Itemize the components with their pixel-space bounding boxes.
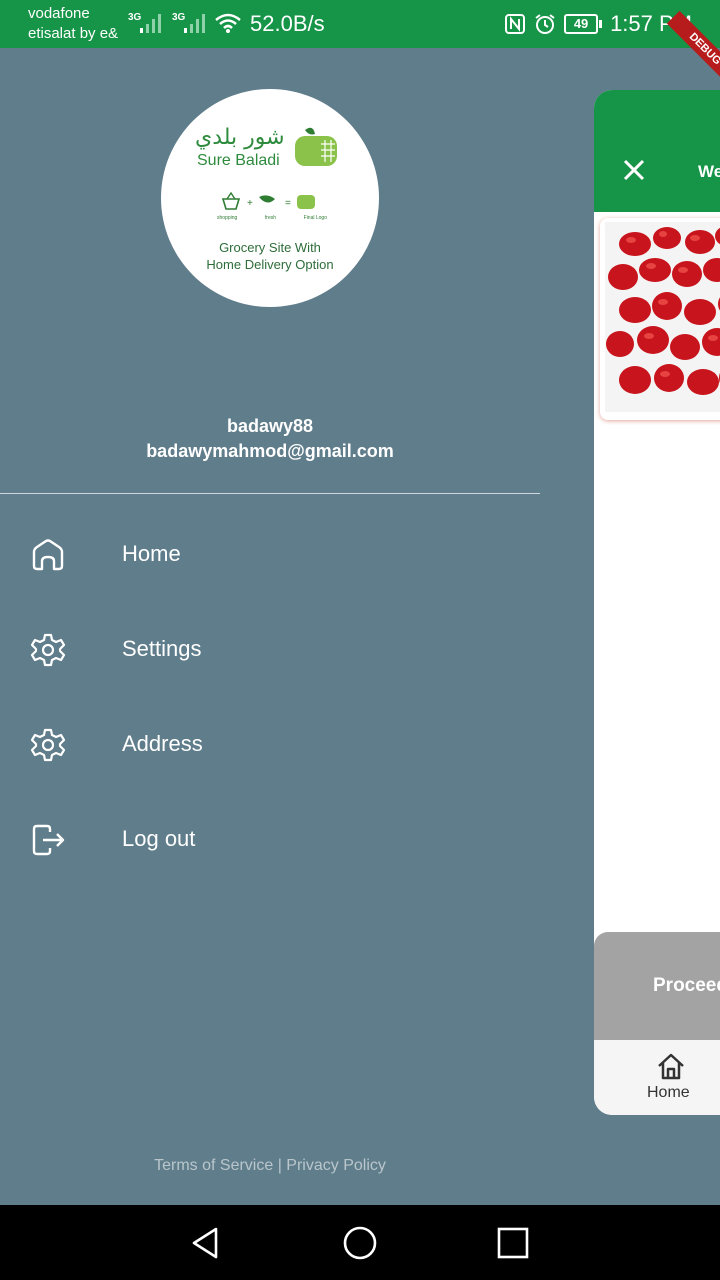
svg-text:+: + (247, 198, 253, 209)
battery-icon: 49 (564, 14, 603, 34)
tagline-line-1: Grocery Site With (219, 240, 321, 255)
gear-icon (30, 633, 66, 667)
navigation-drawer: شور بلدي Sure Baladi + = shopping fresh … (0, 48, 594, 1205)
logo-english-name: Sure Baladi (197, 152, 280, 169)
carrier-1: vodafone (28, 5, 90, 22)
menu-label: Home (122, 541, 181, 566)
home-icon[interactable] (656, 1052, 686, 1080)
proceed-button[interactable]: Proceed (594, 932, 720, 1042)
logo-flow-label: Final Logo (303, 215, 327, 221)
network-speed: 52.0B/s (250, 11, 325, 36)
menu-label: Log out (122, 826, 196, 851)
background-app-bar: We (594, 90, 720, 212)
status-right: 49 1:57 PM (504, 11, 692, 37)
bottom-nav: Home (594, 1040, 720, 1115)
close-icon[interactable] (622, 158, 646, 182)
tomatoes-image (605, 222, 720, 412)
footer-links[interactable]: Terms of Service | Privacy Policy (0, 1157, 540, 1175)
menu-label: Settings (122, 636, 202, 661)
menu-item-settings[interactable]: Settings (0, 610, 540, 690)
logo-flow-label: fresh (264, 215, 277, 221)
back-icon[interactable] (188, 1225, 224, 1261)
logo-flow-label: shopping (217, 215, 238, 221)
logo-arabic-name: شور بلدي (195, 125, 285, 150)
wifi-icon (215, 13, 241, 33)
recents-icon[interactable] (495, 1225, 531, 1261)
product-card[interactable] (600, 218, 720, 420)
gear-icon (30, 728, 66, 762)
logout-icon (32, 824, 65, 856)
carrier-2: etisalat by e& (28, 25, 119, 42)
user-name: badawy88 (226, 416, 314, 436)
menu-label: Address (122, 731, 203, 756)
signal-icon (140, 14, 161, 33)
home-circle-icon[interactable] (342, 1225, 378, 1261)
status-bar: vodafone etisalat by e& 3G 3G 52.0B/s 49… (0, 0, 720, 48)
carrier-info: vodafone etisalat by e& (28, 4, 118, 44)
logo-flow-labels: shopping fresh Final Logo (217, 215, 327, 221)
divider (0, 493, 540, 494)
background-app-title: We (698, 162, 720, 181)
alarm-icon (535, 14, 555, 34)
bottom-nav-home-label: Home (647, 1084, 690, 1101)
logo-tagline: Grocery Site With Home Delivery Option (161, 239, 379, 273)
app-logo: شور بلدي Sure Baladi + = shopping fresh … (161, 89, 379, 307)
menu-item-logout[interactable]: Log out (0, 800, 540, 880)
background-app-screen[interactable]: We Proceed Home (594, 90, 720, 1115)
tagline-line-2: Home Delivery Option (206, 257, 334, 272)
svg-text:=: = (285, 198, 291, 209)
home-icon (32, 539, 64, 571)
menu-item-address[interactable]: Address (0, 705, 540, 785)
system-nav-bar (0, 1205, 720, 1280)
signal-icon (184, 14, 205, 33)
battery-level: 49 (564, 14, 599, 34)
user-email: badawymahmod@gmail.com (146, 441, 394, 461)
apple-basket-icon (295, 127, 337, 166)
nfc-icon (505, 14, 526, 34)
proceed-label: Proceed (653, 975, 720, 996)
menu-item-home[interactable]: Home (0, 515, 540, 595)
